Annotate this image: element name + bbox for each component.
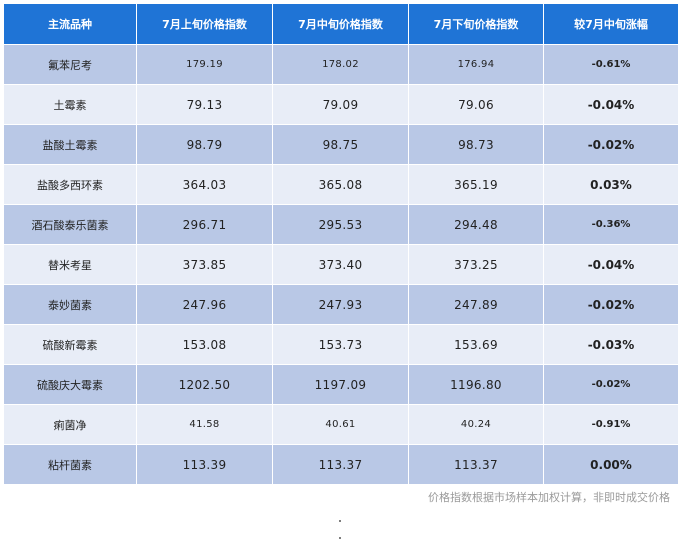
change-percent: -0.02% [544, 365, 678, 405]
change-percent: -0.36% [544, 205, 678, 245]
variety-name: 土霉素 [4, 85, 137, 125]
mid-july-index: 295.53 [273, 205, 409, 245]
mid-july-index: 373.40 [273, 245, 409, 285]
early-july-index: 364.03 [137, 165, 273, 205]
variety-name: 硫酸庆大霉素 [4, 365, 137, 405]
separator-dot [339, 537, 341, 539]
late-july-index: 153.69 [409, 325, 544, 365]
variety-name: 盐酸多西环素 [4, 165, 137, 205]
variety-name: 痢菌净 [4, 405, 137, 445]
early-july-index: 79.13 [137, 85, 273, 125]
table-row: 酒石酸泰乐菌素 296.71 295.53 294.48 -0.36% [4, 205, 678, 245]
table-row: 氟苯尼考 179.19 178.02 176.94 -0.61% [4, 45, 678, 85]
late-july-index: 365.19 [409, 165, 544, 205]
early-july-index: 373.85 [137, 245, 273, 285]
late-july-index: 176.94 [409, 45, 544, 85]
mid-july-index: 98.75 [273, 125, 409, 165]
late-july-index: 373.25 [409, 245, 544, 285]
early-july-index: 179.19 [137, 45, 273, 85]
variety-name: 氟苯尼考 [4, 45, 137, 85]
mid-july-index: 153.73 [273, 325, 409, 365]
mid-july-index: 365.08 [273, 165, 409, 205]
early-july-index: 113.39 [137, 445, 273, 485]
header-change-vs-mid-july: 较7月中旬涨幅 [544, 4, 678, 45]
early-july-index: 41.58 [137, 405, 273, 445]
header-mid-july-index: 7月中旬价格指数 [273, 4, 409, 45]
variety-name: 粘杆菌素 [4, 445, 137, 485]
price-index-table: 主流品种 7月上旬价格指数 7月中旬价格指数 7月下旬价格指数 较7月中旬涨幅 … [4, 4, 678, 485]
separator-dot [339, 520, 341, 522]
mid-july-index: 178.02 [273, 45, 409, 85]
table-row: 替米考星 373.85 373.40 373.25 -0.04% [4, 245, 678, 285]
variety-name: 替米考星 [4, 245, 137, 285]
mid-july-index: 247.93 [273, 285, 409, 325]
mid-july-index: 40.61 [273, 405, 409, 445]
header-variety: 主流品种 [4, 4, 137, 45]
table-body: 氟苯尼考 179.19 178.02 176.94 -0.61% 土霉素 79.… [4, 45, 678, 485]
table-row: 硫酸庆大霉素 1202.50 1197.09 1196.80 -0.02% [4, 365, 678, 405]
table-row: 泰妙菌素 247.96 247.93 247.89 -0.02% [4, 285, 678, 325]
change-percent: -0.04% [544, 85, 678, 125]
late-july-index: 294.48 [409, 205, 544, 245]
early-july-index: 296.71 [137, 205, 273, 245]
early-july-index: 247.96 [137, 285, 273, 325]
late-july-index: 98.73 [409, 125, 544, 165]
mid-july-index: 113.37 [273, 445, 409, 485]
table-row: 粘杆菌素 113.39 113.37 113.37 0.00% [4, 445, 678, 485]
page: 主流品种 7月上旬价格指数 7月中旬价格指数 7月下旬价格指数 较7月中旬涨幅 … [0, 0, 682, 557]
table-row: 盐酸多西环素 364.03 365.08 365.19 0.03% [4, 165, 678, 205]
late-july-index: 247.89 [409, 285, 544, 325]
mid-july-index: 1197.09 [273, 365, 409, 405]
header-late-july-index: 7月下旬价格指数 [409, 4, 544, 45]
table-row: 盐酸土霉素 98.79 98.75 98.73 -0.02% [4, 125, 678, 165]
variety-name: 酒石酸泰乐菌素 [4, 205, 137, 245]
late-july-index: 79.06 [409, 85, 544, 125]
variety-name: 硫酸新霉素 [4, 325, 137, 365]
early-july-index: 153.08 [137, 325, 273, 365]
early-july-index: 1202.50 [137, 365, 273, 405]
change-percent: 0.00% [544, 445, 678, 485]
table-header-row: 主流品种 7月上旬价格指数 7月中旬价格指数 7月下旬价格指数 较7月中旬涨幅 [4, 4, 678, 45]
footnote: 价格指数根据市场样本加权计算，非即时成交价格 [428, 491, 670, 504]
header-early-july-index: 7月上旬价格指数 [137, 4, 273, 45]
table-row: 土霉素 79.13 79.09 79.06 -0.04% [4, 85, 678, 125]
table-row: 硫酸新霉素 153.08 153.73 153.69 -0.03% [4, 325, 678, 365]
mid-july-index: 79.09 [273, 85, 409, 125]
change-percent: -0.91% [544, 405, 678, 445]
variety-name: 泰妙菌素 [4, 285, 137, 325]
change-percent: -0.02% [544, 125, 678, 165]
change-percent: -0.03% [544, 325, 678, 365]
change-percent: -0.04% [544, 245, 678, 285]
early-july-index: 98.79 [137, 125, 273, 165]
late-july-index: 113.37 [409, 445, 544, 485]
change-percent: 0.03% [544, 165, 678, 205]
table-row: 痢菌净 41.58 40.61 40.24 -0.91% [4, 405, 678, 445]
late-july-index: 40.24 [409, 405, 544, 445]
variety-name: 盐酸土霉素 [4, 125, 137, 165]
change-percent: -0.61% [544, 45, 678, 85]
late-july-index: 1196.80 [409, 365, 544, 405]
change-percent: -0.02% [544, 285, 678, 325]
